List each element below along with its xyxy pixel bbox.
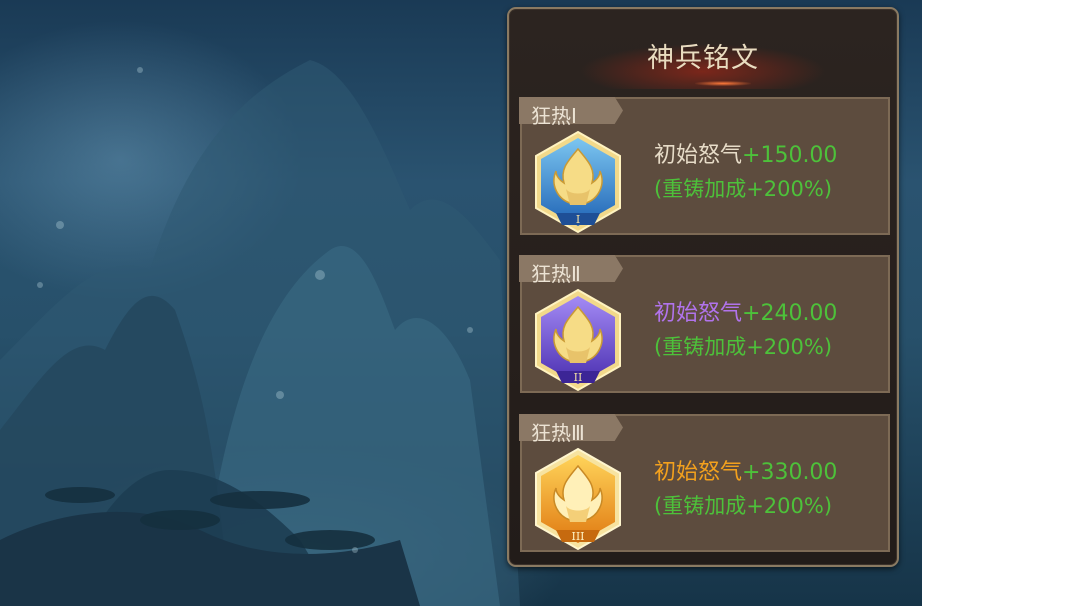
- flame-emblem-gold-icon: III: [530, 446, 626, 554]
- flame-emblem-purple-icon: II: [530, 287, 626, 395]
- inscription-panel: 神兵铭文 狂热Ⅰ I 初始怒气+150.00 (重铸加成+200%) 狂热Ⅱ I…: [507, 7, 899, 567]
- card-tag-label: 狂热Ⅲ: [531, 421, 585, 445]
- stat-name: 初始怒气: [654, 301, 743, 326]
- stat-value: +150.00: [742, 143, 838, 168]
- card-tag-label: 狂热Ⅰ: [531, 104, 577, 128]
- svg-text:II: II: [574, 371, 583, 384]
- stat-line: 初始怒气+150.00: [654, 137, 837, 169]
- reforge-bonus: (重铸加成+200%): [654, 494, 833, 518]
- inscription-card-3[interactable]: 狂热Ⅲ III 初始怒气+330.00 (重铸加成+200%): [519, 414, 890, 554]
- card-tag-label: 狂热Ⅱ: [531, 262, 581, 286]
- stat-line: 初始怒气+330.00: [654, 454, 837, 486]
- stat-value: +240.00: [742, 301, 838, 326]
- header-glow: [695, 81, 751, 86]
- flame-emblem-blue-icon: I: [530, 129, 626, 237]
- stat-value: +330.00: [742, 460, 838, 485]
- stat-name: 初始怒气: [654, 143, 743, 168]
- stat-line: 初始怒气+240.00: [654, 295, 837, 327]
- blank-margin: [922, 0, 1080, 606]
- stat-name: 初始怒气: [654, 460, 743, 485]
- svg-text:III: III: [571, 530, 584, 543]
- reforge-bonus: (重铸加成+200%): [654, 335, 833, 359]
- panel-title: 神兵铭文: [647, 43, 759, 74]
- inscription-card-2[interactable]: 狂热Ⅱ II 初始怒气+240.00 (重铸加成+200%): [519, 255, 890, 395]
- inscription-card-1[interactable]: 狂热Ⅰ I 初始怒气+150.00 (重铸加成+200%): [519, 97, 890, 237]
- reforge-bonus: (重铸加成+200%): [654, 177, 833, 201]
- svg-text:I: I: [576, 213, 580, 226]
